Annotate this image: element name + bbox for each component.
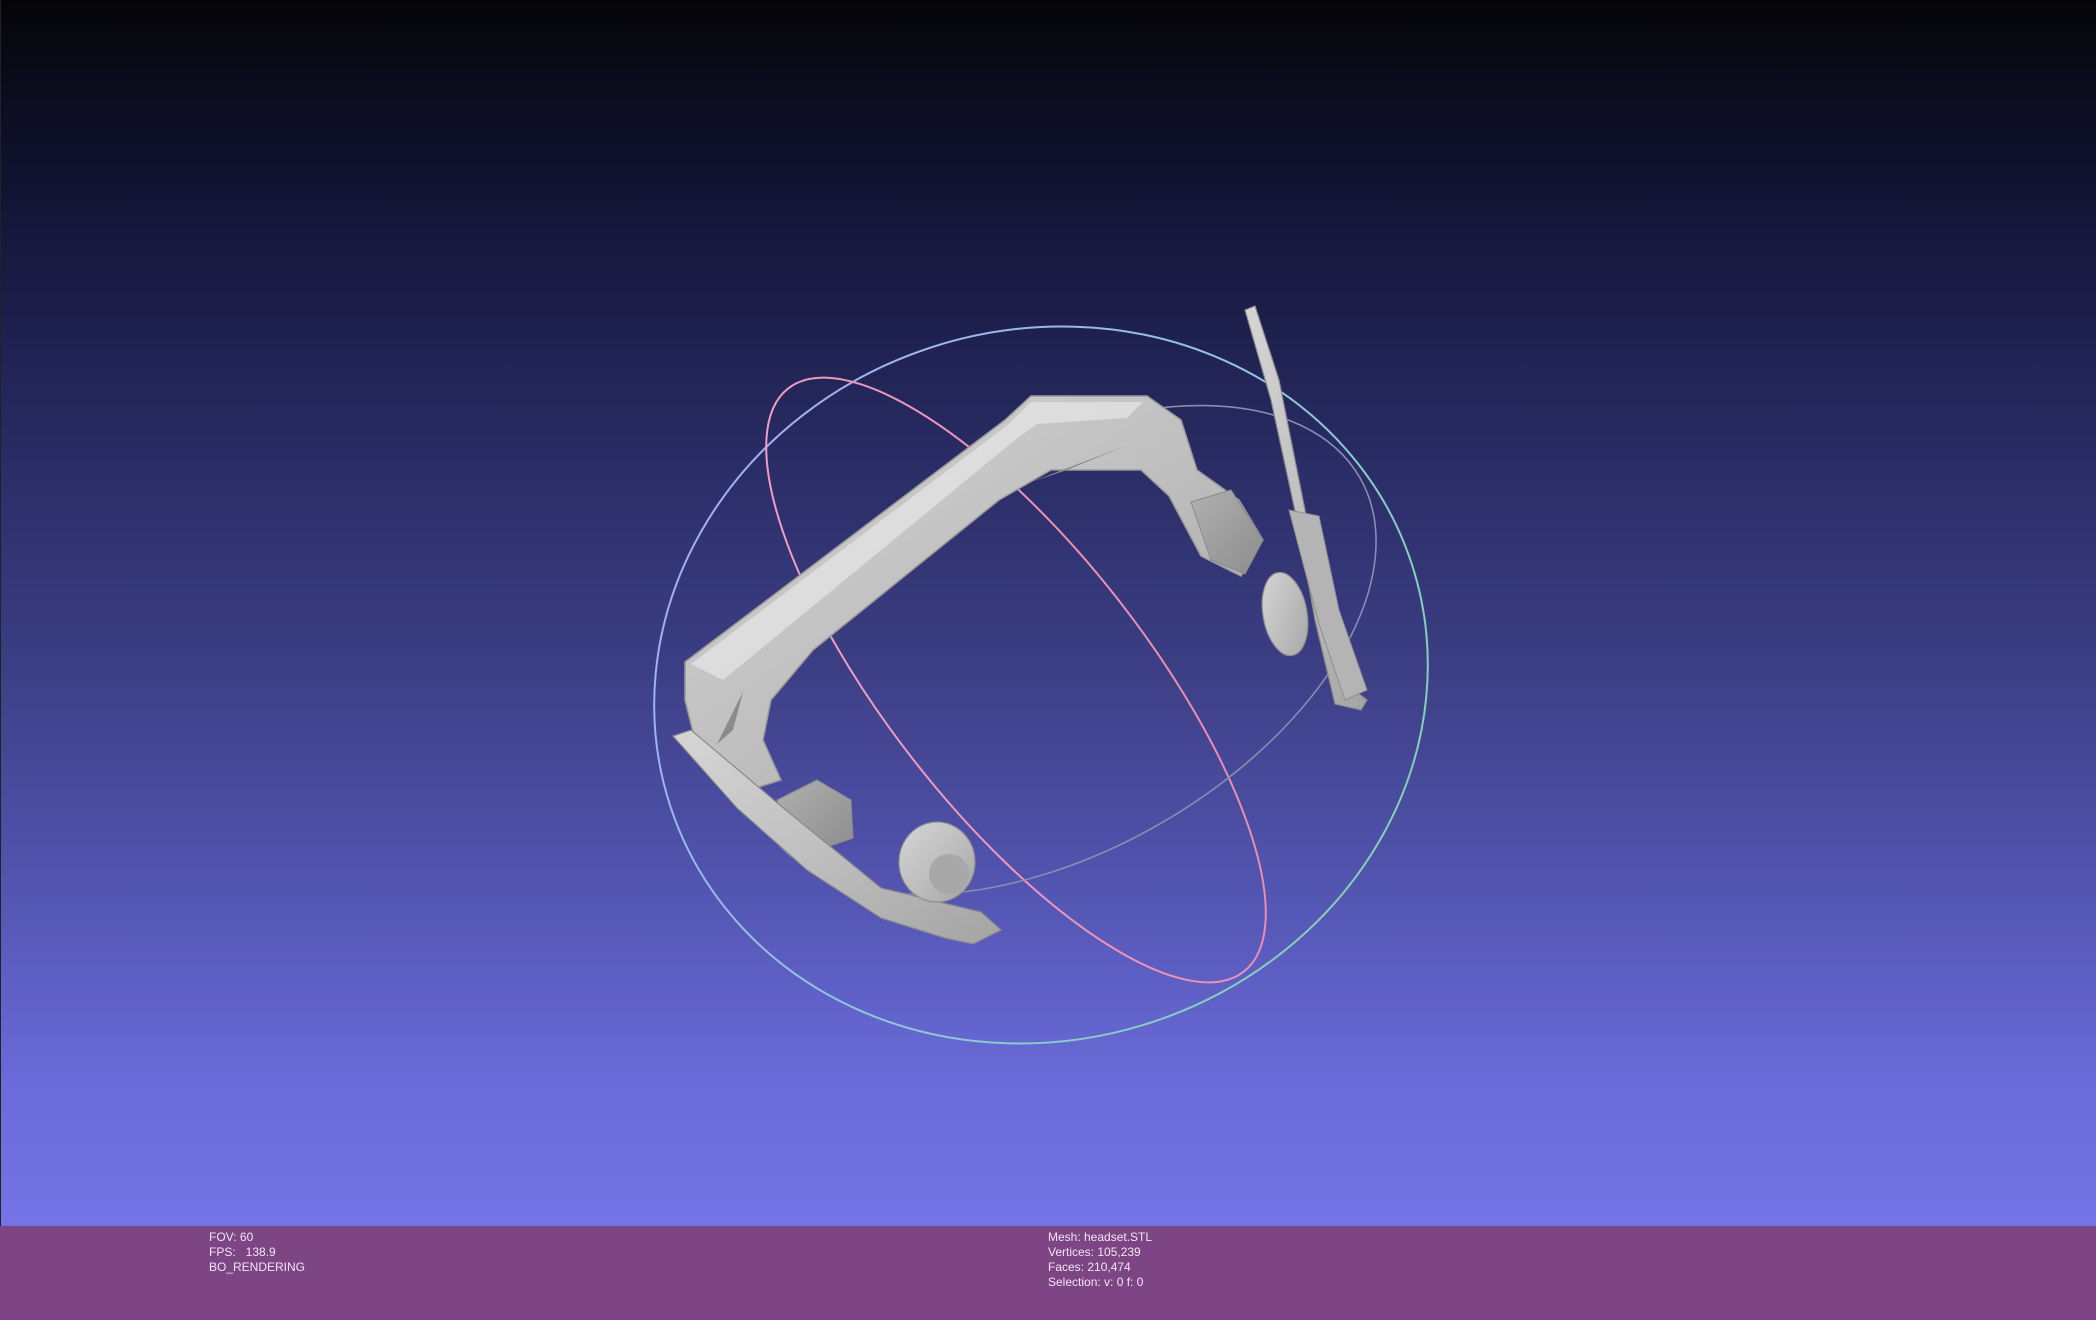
right-hinge [1190,489,1264,575]
scene-canvas[interactable] [1,0,2096,1226]
vertices-readout: Vertices: 105,239 [1048,1245,1141,1259]
meshlab-viewer: FOV: 60 FPS: 138.9 BO_RENDERING Mesh: he… [0,0,2096,1320]
fov-readout: FOV: 60 [209,1230,254,1244]
render-mode-readout: BO_RENDERING [209,1260,306,1274]
status-bar: FOV: 60 FPS: 138.9 BO_RENDERING Mesh: he… [0,1226,2096,1320]
selection-readout: Selection: v: 0 f: 0 [1048,1275,1144,1289]
right-ear-cup [1261,571,1309,657]
3d-viewport[interactable] [0,0,2096,1226]
fps-readout: FPS: 138.9 [209,1245,276,1259]
left-ear-cup-shadow [929,854,969,894]
mesh-info: Mesh: headset.STL Vertices: 105,239 Face… [1048,1230,1152,1290]
faces-readout: Faces: 210,474 [1048,1260,1131,1274]
mesh-name-readout: Mesh: headset.STL [1048,1230,1153,1244]
render-info: FOV: 60 FPS: 138.9 BO_RENDERING [209,1230,305,1275]
